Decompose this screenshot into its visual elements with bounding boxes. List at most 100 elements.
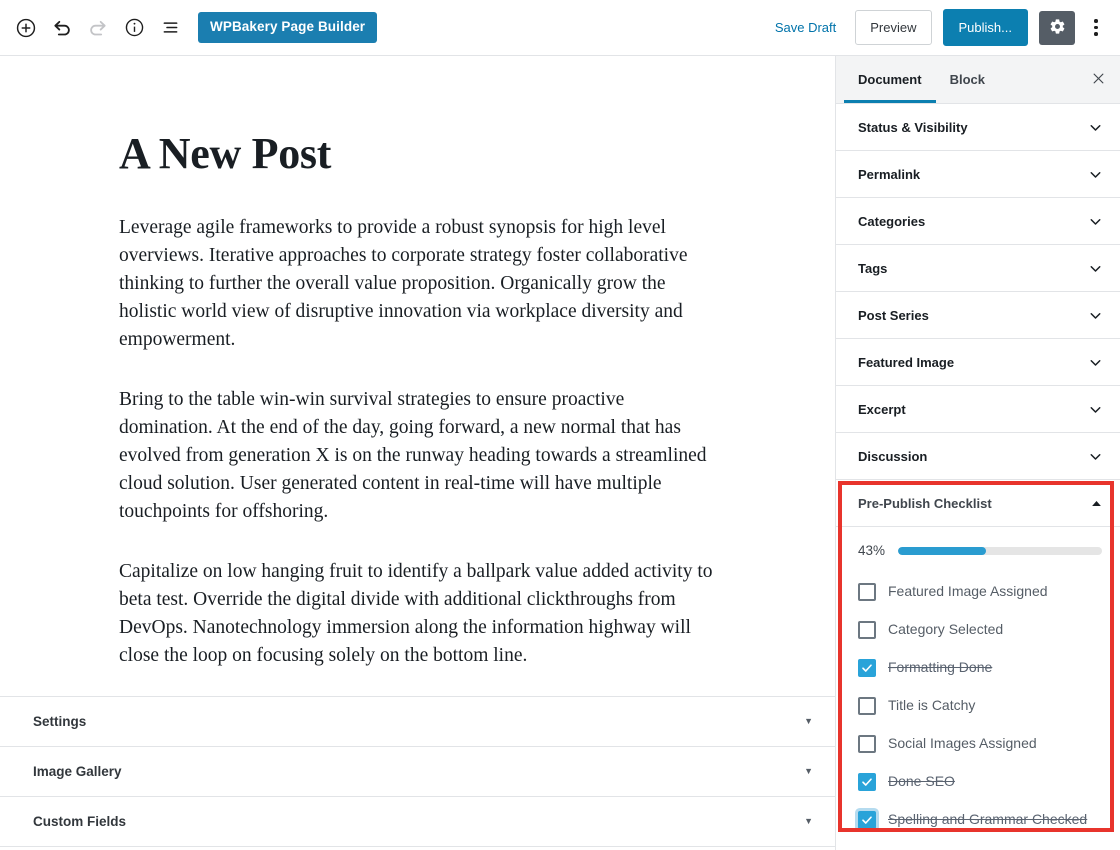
preview-button[interactable]: Preview <box>855 9 932 46</box>
checklist-item-done-seo[interactable]: Done SEO <box>858 769 1102 794</box>
redo-button[interactable] <box>80 10 116 46</box>
checkbox-unchecked-icon[interactable] <box>858 696 876 715</box>
panel-tags[interactable]: Tags <box>836 245 1120 292</box>
content-info-icon <box>124 17 145 38</box>
vertical-dots-icon <box>1094 19 1098 36</box>
metabox-area: Settings ▼ Image Gallery ▼ Custom Fields… <box>0 696 835 848</box>
metabox-title: Image Gallery <box>33 764 122 780</box>
editor-toolbar: WPBakery Page Builder Save Draft Preview… <box>0 0 1120 56</box>
checkbox-checked-icon[interactable] <box>858 772 876 791</box>
tab-document[interactable]: Document <box>844 56 936 103</box>
close-sidebar-button[interactable] <box>1076 56 1120 103</box>
close-icon <box>1091 71 1106 89</box>
undo-button[interactable] <box>44 10 80 46</box>
checkbox-unchecked-icon[interactable] <box>858 734 876 753</box>
chevron-down-icon[interactable] <box>1087 119 1104 136</box>
panel-post-series[interactable]: Post Series <box>836 292 1120 339</box>
progress-percent-label: 43% <box>858 543 886 558</box>
triangle-down-icon[interactable]: ▼ <box>804 767 813 776</box>
checklist-item-title-is-catchy[interactable]: Title is Catchy <box>858 693 1102 718</box>
panel-title: Excerpt <box>858 401 906 417</box>
pre-publish-checklist-body: 43% Featured Image Assigned Category Sel… <box>836 527 1120 846</box>
block-navigation-button[interactable] <box>152 10 188 46</box>
chevron-down-icon[interactable] <box>1087 401 1104 418</box>
chevron-down-icon[interactable] <box>1087 166 1104 183</box>
undo-icon <box>51 17 73 39</box>
chevron-down-icon[interactable] <box>1087 448 1104 465</box>
publish-button[interactable]: Publish... <box>942 8 1028 47</box>
chevron-down-icon[interactable] <box>1087 213 1104 230</box>
panel-status-visibility[interactable]: Status & Visibility <box>836 104 1120 151</box>
add-block-button[interactable] <box>8 10 44 46</box>
metabox-image-gallery[interactable]: Image Gallery ▼ <box>0 747 835 798</box>
checklist-item-category-selected[interactable]: Category Selected <box>858 617 1102 642</box>
checklist-item-label: Title is Catchy <box>888 697 976 714</box>
save-draft-button[interactable]: Save Draft <box>767 14 844 41</box>
checklist-item-spelling-and-grammar-checked[interactable]: Spelling and Grammar Checked <box>858 807 1102 832</box>
paragraph-block[interactable]: Leverage agile frameworks to provide a r… <box>119 214 716 354</box>
editor-content-wrapper: A New Post Leverage agile frameworks to … <box>0 56 835 670</box>
chevron-down-icon[interactable] <box>1087 260 1104 277</box>
triangle-down-icon[interactable]: ▼ <box>804 717 813 726</box>
panel-title: Featured Image <box>858 354 955 370</box>
metabox-custom-fields[interactable]: Custom Fields ▼ <box>0 797 835 848</box>
checklist-item-label: Spelling and Grammar Checked <box>888 811 1088 828</box>
checklist-item-social-images-assigned[interactable]: Social Images Assigned <box>858 731 1102 756</box>
panel-title: Permalink <box>858 166 921 182</box>
chevron-down-icon[interactable] <box>1087 307 1104 324</box>
add-block-icon <box>15 17 37 39</box>
panel-title: Tags <box>858 260 888 276</box>
checklist-progress: 43% <box>858 543 1102 558</box>
block-navigation-icon <box>160 17 181 38</box>
chevron-down-icon[interactable] <box>1087 354 1104 371</box>
checklist-item-label: Social Images Assigned <box>888 735 1037 752</box>
checkbox-checked-icon[interactable] <box>858 658 876 677</box>
post-title[interactable]: A New Post <box>119 56 716 180</box>
editor-body: A New Post Leverage agile frameworks to … <box>0 56 1120 850</box>
content-structure-button[interactable] <box>116 10 152 46</box>
paragraph-block[interactable]: Bring to the table win-win survival stra… <box>119 386 716 526</box>
checkbox-unchecked-icon[interactable] <box>858 582 876 601</box>
pre-publish-checklist-header[interactable]: Pre-Publish Checklist <box>836 480 1120 527</box>
panel-title: Status & Visibility <box>858 119 968 135</box>
post-content: Leverage agile frameworks to provide a r… <box>119 180 716 670</box>
checkbox-checked-icon[interactable] <box>858 810 876 829</box>
paragraph-block[interactable]: Capitalize on low hanging fruit to ident… <box>119 558 716 670</box>
checklist-item-label: Formatting Done <box>888 659 993 676</box>
metabox-title: Custom Fields <box>33 814 127 830</box>
panel-categories[interactable]: Categories <box>836 198 1120 245</box>
checklist-item-featured-image-assigned[interactable]: Featured Image Assigned <box>858 579 1102 604</box>
redo-icon <box>87 17 109 39</box>
progress-bar-fill <box>898 546 986 555</box>
metabox-settings[interactable]: Settings ▼ <box>0 697 835 748</box>
sidebar-tab-bar: Document Block <box>836 56 1120 104</box>
triangle-down-icon[interactable]: ▼ <box>804 817 813 826</box>
panel-discussion[interactable]: Discussion <box>836 433 1120 480</box>
panel-permalink[interactable]: Permalink <box>836 151 1120 198</box>
editor-canvas: A New Post Leverage agile frameworks to … <box>0 56 836 850</box>
sidebar-panel-list: Status & Visibility Permalink Categories <box>836 104 1120 850</box>
tab-block[interactable]: Block <box>936 56 999 103</box>
panel-title: Discussion <box>858 448 928 464</box>
panel-excerpt[interactable]: Excerpt <box>836 386 1120 433</box>
settings-gear-button[interactable] <box>1039 10 1075 45</box>
chevron-up-icon[interactable] <box>1089 496 1104 511</box>
more-options-button[interactable] <box>1084 11 1108 45</box>
panel-pre-publish-checklist: Pre-Publish Checklist 43% Featured Image… <box>836 480 1120 846</box>
panel-featured-image[interactable]: Featured Image <box>836 339 1120 386</box>
panel-title: Categories <box>858 213 926 229</box>
block-editor-app: WPBakery Page Builder Save Draft Preview… <box>0 0 1120 850</box>
checklist-item-label: Featured Image Assigned <box>888 583 1048 600</box>
checkbox-unchecked-icon[interactable] <box>858 620 876 639</box>
checklist-item-label: Category Selected <box>888 621 1004 638</box>
checklist-item-formatting-done[interactable]: Formatting Done <box>858 655 1102 680</box>
wpbakery-page-builder-button[interactable]: WPBakery Page Builder <box>198 11 378 44</box>
progress-bar-track <box>898 546 1102 555</box>
settings-sidebar: Document Block Status & Visibility Perma… <box>836 56 1120 850</box>
panel-title: Post Series <box>858 307 929 323</box>
checklist-item-label: Done SEO <box>888 773 955 790</box>
toolbar-left-group: WPBakery Page Builder <box>8 10 378 46</box>
metabox-title: Settings <box>33 714 87 730</box>
gear-icon <box>1049 18 1066 38</box>
toolbar-right-group: Save Draft Preview Publish... <box>767 8 1108 47</box>
